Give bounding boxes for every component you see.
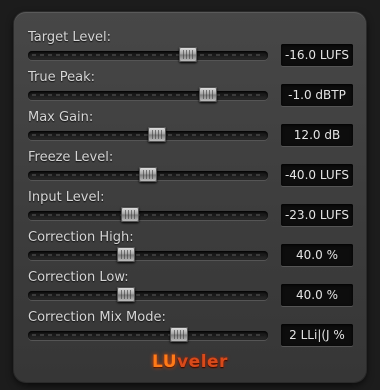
max-gain-slider[interactable] [28,127,268,142]
max-gain-label: Max Gain: [28,110,94,125]
target-level-label: Target Level: [28,30,112,45]
target-level-slider-thumb[interactable] [178,47,197,62]
freeze-level-slider[interactable] [28,167,268,182]
luveler-logo: LUveler [14,352,366,372]
correction-mix-mode-slider[interactable] [28,327,268,342]
correction-high-slider[interactable] [28,247,268,262]
correction-low-slider[interactable] [28,287,268,302]
logo-part-lu: LU [152,352,178,372]
input-level-value-field[interactable]: -23.0 LUFS [281,204,353,226]
true-peak-label: True Peak: [28,70,95,85]
input-level-slider-thumb[interactable] [121,207,140,222]
logo-part-veler: veler [177,352,228,372]
correction-mix-mode-row: Correction Mix Mode: 2 LLi|(J % [14,310,366,350]
max-gain-slider-thumb[interactable] [147,127,166,142]
correction-mix-mode-slider-thumb[interactable] [170,327,189,342]
freeze-level-row: Freeze Level: -40.0 LUFS [14,150,366,190]
correction-high-row: Correction High: 40.0 % [14,230,366,270]
max-gain-value-field[interactable]: 12.0 dB [281,124,353,146]
target-level-slider[interactable] [28,47,268,62]
plugin-panel: Target Level: -16.0 LUFS True Peak: -1.0 dB… [14,12,366,382]
freeze-level-slider-thumb[interactable] [139,167,157,182]
true-peak-value-field[interactable]: -1.0 dBTP [281,84,353,106]
target-level-value-field[interactable]: -16.0 LUFS [281,44,353,66]
input-level-row: Input Level: -23.0 LUFS [14,190,366,230]
correction-low-label: Correction Low: [28,270,129,285]
true-peak-slider-thumb[interactable] [198,87,217,102]
input-level-label: Input Level: [28,190,105,205]
freeze-level-label: Freeze Level: [28,150,114,165]
correction-high-value-field[interactable]: 40.0 % [281,244,353,266]
correction-high-slider-thumb[interactable] [116,247,135,262]
true-peak-row: True Peak: -1.0 dBTP [14,70,366,110]
correction-mix-mode-value-field[interactable]: 2 LLi|(J % [281,324,353,346]
correction-low-row: Correction Low: 40.0 % [14,270,366,310]
true-peak-slider[interactable] [28,87,268,102]
freeze-level-value-field[interactable]: -40.0 LUFS [281,164,353,186]
correction-high-label: Correction High: [28,230,134,245]
target-level-row: Target Level: -16.0 LUFS [14,30,366,70]
correction-low-value-field[interactable]: 40.0 % [281,284,353,306]
max-gain-row: Max Gain: 12.0 dB [14,110,366,150]
correction-mix-mode-label: Correction Mix Mode: [28,310,166,325]
correction-low-slider-thumb[interactable] [116,287,135,302]
input-level-slider[interactable] [28,207,268,222]
